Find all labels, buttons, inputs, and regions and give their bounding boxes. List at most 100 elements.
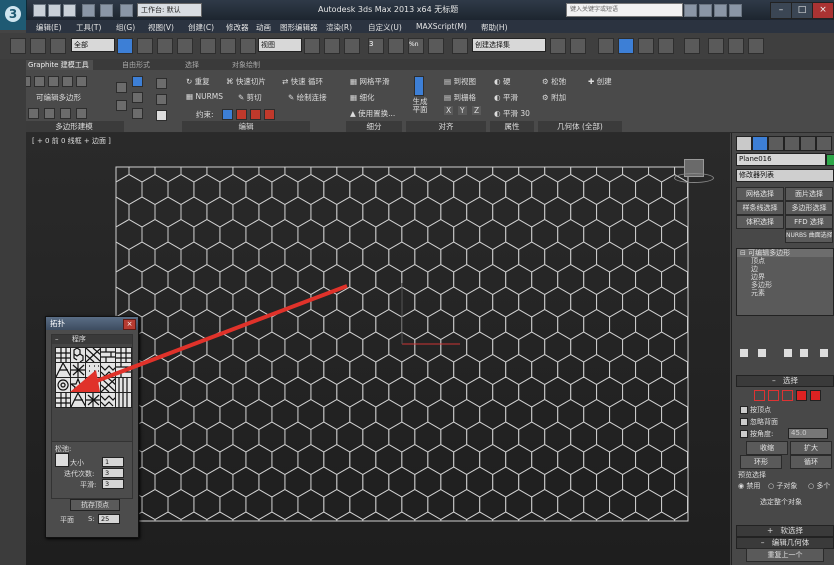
make-unique-icon[interactable] [784, 349, 792, 357]
loop-button[interactable]: 循环 [790, 455, 832, 469]
angle-snap-icon[interactable] [388, 38, 404, 54]
use-displacement-button[interactable]: ▲ 使用置换... [350, 108, 395, 119]
render-teapot-icon[interactable] [748, 38, 764, 54]
align-icon[interactable] [570, 38, 586, 54]
spline-select-button[interactable]: 样条线选择 [736, 201, 784, 215]
volume-select-button[interactable]: 体积选择 [736, 215, 784, 229]
selection-rollout-header[interactable]: – 选择 [736, 375, 834, 387]
favorites-star-icon[interactable] [714, 4, 727, 17]
ignore-backfacing-checkbox[interactable]: 忽略背面 [740, 417, 778, 427]
nurbs-select-button[interactable]: NURBS 曲面选择 [785, 229, 833, 243]
window-crossing-icon[interactable] [177, 38, 193, 54]
spinner-snap-icon[interactable] [428, 38, 444, 54]
iterations-spinner[interactable]: 3 [102, 468, 124, 478]
help-question-icon[interactable] [729, 4, 742, 17]
selection-filter-dropdown[interactable]: 全部 [71, 38, 115, 52]
constraint-normal-icon[interactable] [264, 109, 275, 120]
unlink-icon[interactable] [30, 38, 46, 54]
select-by-name-icon[interactable] [137, 38, 153, 54]
close-button[interactable]: × [812, 2, 834, 19]
relax-button[interactable]: ⚙ 松弛 [542, 76, 566, 87]
utilities-panel-icon[interactable] [816, 136, 832, 151]
menu-create[interactable]: 创建(C) [188, 22, 214, 33]
smooth-button[interactable]: ◐ 平滑 [494, 92, 518, 103]
material-editor-icon[interactable] [684, 38, 700, 54]
open-file-icon[interactable] [48, 4, 61, 17]
angle-spinner[interactable]: 45.0 [788, 428, 828, 439]
menu-help[interactable]: 帮助(H) [481, 22, 508, 33]
mesh-select-button[interactable]: 网格选择 [736, 187, 784, 201]
repeat-button[interactable]: ↻ 重复 [186, 76, 210, 87]
scale-icon[interactable] [240, 38, 256, 54]
layer-manager-icon[interactable] [598, 38, 614, 54]
tab-graphite-modeling[interactable]: Graphite 建模工具 [24, 60, 93, 70]
stack-item-edge[interactable]: 边 [737, 265, 833, 273]
ribbon-footer-polymodeling[interactable]: 多边形建模 [24, 121, 124, 132]
smoothness-spinner[interactable]: 3 [102, 479, 124, 489]
graphite-toggle-icon[interactable] [618, 38, 634, 54]
schematic-view-icon[interactable] [658, 38, 674, 54]
tab-object-paint[interactable]: 对象绘制 [232, 60, 260, 70]
ribbon-footer-align[interactable]: 对齐 [406, 121, 486, 132]
polygon-subobject-icon[interactable] [796, 390, 807, 401]
ribbon-spinner-field[interactable] [156, 110, 167, 121]
new-file-icon[interactable] [33, 4, 46, 17]
bind-space-warp-icon[interactable] [50, 38, 66, 54]
search-input[interactable]: 键入关键字或短语 [566, 3, 683, 17]
reference-coordinate-dropdown[interactable]: 视图 [258, 38, 302, 52]
amount-spinner[interactable]: 1 [102, 457, 124, 467]
rotate-icon[interactable] [220, 38, 236, 54]
modify-panel-icon[interactable] [752, 136, 768, 151]
display-panel-icon[interactable] [800, 136, 816, 151]
stack-icon-4[interactable] [60, 108, 71, 119]
motion-panel-icon[interactable] [784, 136, 800, 151]
stack-item-border[interactable]: 边界 [737, 273, 833, 281]
named-selection-dropdown[interactable]: 创建选择集 [472, 38, 546, 52]
ring-button[interactable]: 环形 [740, 455, 782, 469]
ribbon-footer-subdivision[interactable]: 细分 [346, 121, 402, 132]
rectangular-selection-icon[interactable] [157, 38, 173, 54]
relax-brush-icon[interactable] [55, 453, 69, 467]
remove-modifier-icon[interactable] [132, 92, 143, 103]
tab-freeform[interactable]: 自由形式 [122, 60, 150, 70]
preview-multi-radio[interactable]: ○ 多个 [808, 481, 830, 491]
by-angle-checkbox[interactable]: 按角度: [740, 429, 773, 439]
paint-connect-button[interactable]: ✎ 绘制连接 [288, 92, 327, 103]
menu-group[interactable]: 组(G) [116, 22, 135, 33]
store-vertices-button[interactable]: 抗存顶点 [70, 499, 120, 511]
hierarchy-panel-icon[interactable] [768, 136, 784, 151]
create-panel-icon[interactable] [736, 136, 752, 151]
maximize-button[interactable]: □ [791, 2, 813, 19]
stack-item-editable-poly[interactable]: ⊟ 可编辑多边形 [737, 249, 833, 257]
menu-graph-editors[interactable]: 图形编辑器 [280, 22, 318, 33]
to-grid-button[interactable]: ▤ 到栅格 [444, 92, 476, 103]
move-icon[interactable] [200, 38, 216, 54]
mirror-icon[interactable] [550, 38, 566, 54]
curve-editor-icon[interactable] [638, 38, 654, 54]
keyboard-shortcut-icon[interactable] [344, 38, 360, 54]
soft-selection-rollout[interactable]: + 软选择 [736, 525, 834, 537]
make-planar-button[interactable]: 生成平面 [410, 98, 430, 114]
shrink-button[interactable]: 收缩 [746, 441, 788, 455]
swiftloop-button[interactable]: ⇄ 快速 循环 [282, 76, 323, 87]
undo-icon[interactable] [82, 4, 95, 17]
show-end-result-panel-icon[interactable] [758, 349, 766, 357]
preview-subobject-radio[interactable]: ○ 子对象 [768, 481, 797, 491]
object-color-swatch[interactable] [826, 154, 834, 166]
menu-tools[interactable]: 工具(T) [76, 22, 101, 33]
topology-close-button[interactable]: × [123, 319, 136, 330]
border-mode-icon[interactable] [48, 76, 59, 87]
minimize-button[interactable]: – [770, 2, 792, 19]
make-planar-icon[interactable] [414, 76, 424, 96]
ribbon-footer-geometry[interactable]: 几何体 (全部) [538, 121, 622, 132]
topology-pattern-vert-icon[interactable] [115, 392, 132, 408]
menu-edit[interactable]: 编辑(E) [36, 22, 62, 33]
align-x-button[interactable]: X [444, 106, 454, 115]
ffd-select-button[interactable]: FFD 选择 [785, 215, 833, 229]
edge-subobject-icon[interactable] [768, 390, 779, 401]
binoculars-icon[interactable] [684, 4, 697, 17]
select-manipulate-icon[interactable] [324, 38, 340, 54]
quickslice-button[interactable]: ⌘ 快速切片 [226, 76, 266, 87]
menu-rendering[interactable]: 渲染(R) [326, 22, 352, 33]
ribbon-tool-icon-b[interactable] [156, 94, 167, 105]
